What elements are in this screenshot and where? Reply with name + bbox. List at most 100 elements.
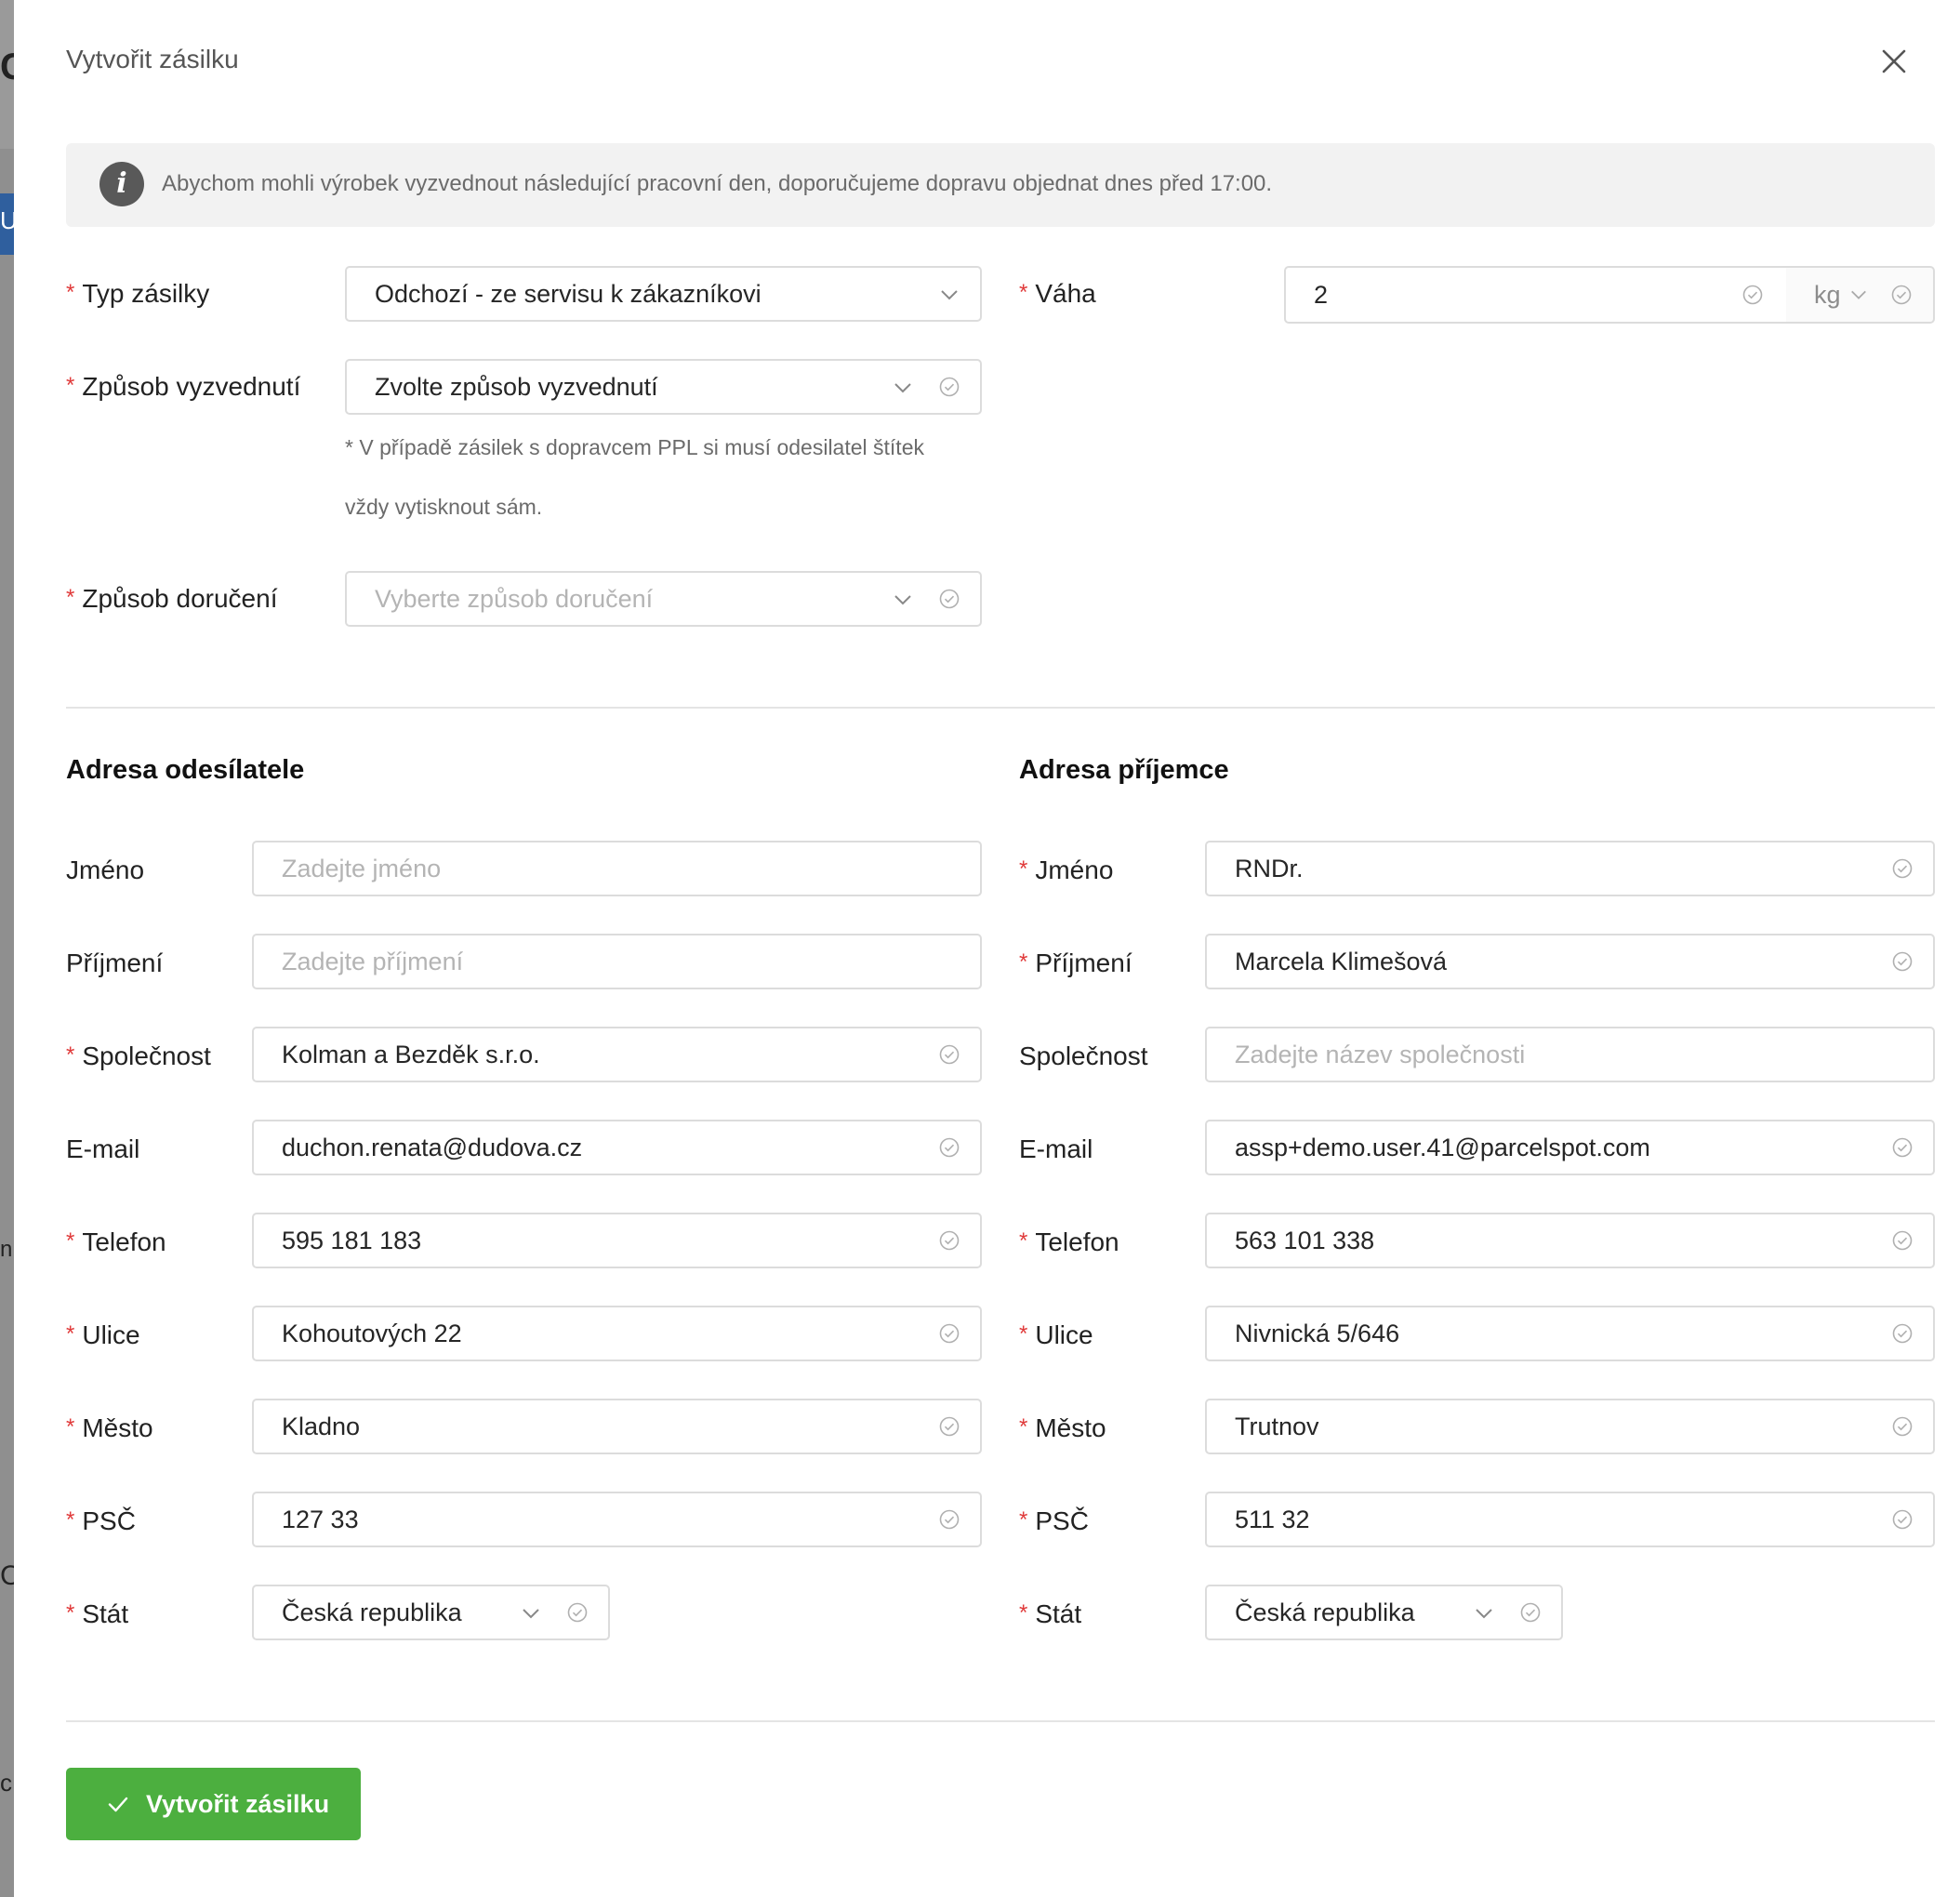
- required-marker: *: [66, 1042, 75, 1068]
- recipient-zip-label: * PSČ: [1019, 1506, 1089, 1535]
- recipient-phone-field[interactable]: 563 101 338: [1205, 1213, 1935, 1268]
- background-fragment: c: [0, 1769, 12, 1797]
- recipient-first-name-field[interactable]: RNDr.: [1205, 841, 1935, 896]
- recipient-company-placeholder: Zadejte název společnosti: [1235, 1041, 1526, 1068]
- required-marker: *: [66, 1414, 75, 1439]
- pickup-method-select[interactable]: Zvolte způsob vyzvednutí: [345, 359, 982, 415]
- sender-country-label: * Stát: [66, 1599, 129, 1628]
- required-marker: *: [66, 585, 75, 610]
- background-page: C Up n C c: [0, 0, 14, 1897]
- delivery-method-label: * Způsob doručení: [66, 584, 278, 613]
- sender-zip-label: * PSČ: [66, 1506, 136, 1535]
- check-circle-icon: [939, 1323, 960, 1344]
- recipient-company-label: Společnost: [1019, 1041, 1148, 1070]
- sender-company-label: * Společnost: [66, 1041, 211, 1070]
- check-circle-icon: [1892, 1509, 1913, 1530]
- delivery-method-select[interactable]: Vyberte způsob doručení: [345, 571, 982, 627]
- check-icon: [108, 1797, 128, 1812]
- sender-email-field[interactable]: duchon.renata@dudova.cz: [252, 1120, 982, 1175]
- shipment-type-value: Odchozí - ze servisu k zákazníkovi: [375, 280, 761, 308]
- recipient-country-select[interactable]: Česká republika: [1205, 1585, 1563, 1640]
- sender-first-name-label: Jméno: [66, 856, 145, 884]
- background-fragment: Up: [0, 206, 14, 234]
- chevron-down-icon: [894, 383, 911, 393]
- check-circle-icon: [1742, 285, 1763, 305]
- chevron-down-icon: [1476, 1609, 1492, 1619]
- weight-value: 2: [1314, 281, 1329, 309]
- sender-city-field[interactable]: Kladno: [252, 1399, 982, 1454]
- chevron-down-icon: [523, 1609, 539, 1619]
- recipient-city-field[interactable]: Trutnov: [1205, 1399, 1935, 1454]
- pickup-method-value: Zvolte způsob vyzvednutí: [375, 373, 658, 401]
- sender-country-select[interactable]: Česká republika: [252, 1585, 610, 1640]
- recipient-first-name-label: * Jméno: [1019, 856, 1114, 884]
- required-marker: *: [1019, 856, 1028, 882]
- background-fragment: C: [0, 1560, 14, 1591]
- sender-city-value: Kladno: [282, 1413, 361, 1440]
- sender-street-value: Kohoutových 22: [282, 1320, 462, 1347]
- required-marker: *: [66, 1600, 75, 1625]
- check-circle-icon: [1520, 1602, 1541, 1623]
- required-marker: *: [66, 1507, 75, 1532]
- recipient-phone-label: * Telefon: [1019, 1227, 1119, 1256]
- chevron-down-icon: [894, 595, 911, 605]
- recipient-last-name-field[interactable]: Marcela Klimešová: [1205, 934, 1935, 989]
- check-circle-icon: [1892, 951, 1913, 972]
- close-icon: [1882, 49, 1906, 73]
- background-fragment: n: [0, 1237, 13, 1262]
- divider: [66, 707, 1935, 709]
- required-marker: *: [66, 1228, 75, 1254]
- check-circle-icon: [567, 1602, 588, 1623]
- create-shipment-button[interactable]: Vytvořit zásilku: [66, 1768, 361, 1840]
- sender-city-label: * Město: [66, 1413, 153, 1442]
- recipient-country-value: Česká republika: [1235, 1599, 1415, 1626]
- sender-first-name-placeholder: Zadejte jméno: [282, 855, 442, 882]
- required-marker: *: [66, 373, 75, 398]
- sender-phone-field[interactable]: 595 181 183: [252, 1213, 982, 1268]
- sender-zip-field[interactable]: 127 33: [252, 1492, 982, 1547]
- chevron-down-icon: [941, 290, 958, 300]
- background-fragment: C: [0, 46, 14, 87]
- required-marker: *: [66, 280, 75, 305]
- sender-last-name-label: Příjmení: [66, 948, 164, 977]
- required-marker: *: [1019, 1228, 1028, 1254]
- recipient-zip-value: 511 32: [1235, 1506, 1310, 1533]
- sender-phone-value: 595 181 183: [282, 1227, 422, 1254]
- required-marker: *: [1019, 1600, 1028, 1625]
- recipient-city-value: Trutnov: [1235, 1413, 1319, 1440]
- sender-first-name-field[interactable]: Zadejte jméno: [252, 841, 982, 896]
- recipient-zip-field[interactable]: 511 32: [1205, 1492, 1935, 1547]
- sender-address-heading: Adresa odesílatele: [66, 755, 305, 785]
- sender-last-name-placeholder: Zadejte příjmení: [282, 948, 464, 975]
- pickup-method-label: * Způsob vyzvednutí: [66, 372, 301, 401]
- sender-company-value: Kolman a Bezděk s.r.o.: [282, 1041, 540, 1068]
- sender-company-field[interactable]: Kolman a Bezděk s.r.o.: [252, 1027, 982, 1082]
- recipient-city-label: * Město: [1019, 1413, 1106, 1442]
- check-circle-icon: [1891, 285, 1912, 305]
- recipient-last-name-label: * Příjmení: [1019, 948, 1132, 977]
- info-text: Abychom mohli výrobek vyzvednout následu…: [162, 171, 1273, 196]
- weight-label: * Váha: [1019, 279, 1096, 308]
- sender-last-name-field[interactable]: Zadejte příjmení: [252, 934, 982, 989]
- recipient-email-value: assp+demo.user.41@parcelspot.com: [1235, 1134, 1650, 1161]
- shipment-type-select[interactable]: Odchozí - ze servisu k zákazníkovi: [345, 266, 982, 322]
- sender-country-value: Česká republika: [282, 1599, 462, 1626]
- check-circle-icon: [939, 589, 960, 609]
- recipient-company-field[interactable]: Zadejte název společnosti: [1205, 1027, 1935, 1082]
- dialog-title: Vytvořit zásilku: [66, 45, 239, 73]
- check-circle-icon: [1892, 1137, 1913, 1158]
- recipient-street-value: Nivnická 5/646: [1235, 1320, 1400, 1347]
- check-circle-icon: [1892, 858, 1913, 879]
- recipient-address-heading: Adresa příjemce: [1019, 755, 1229, 785]
- recipient-email-label: E-mail: [1019, 1134, 1093, 1163]
- close-button[interactable]: [1874, 41, 1914, 82]
- required-marker: *: [1019, 1414, 1028, 1439]
- weight-input[interactable]: 2: [1284, 266, 1788, 324]
- sender-street-field[interactable]: Kohoutových 22: [252, 1306, 982, 1361]
- check-circle-icon: [939, 377, 960, 397]
- chevron-down-icon: [1851, 290, 1866, 299]
- recipient-street-field[interactable]: Nivnická 5/646: [1205, 1306, 1935, 1361]
- weight-unit-select[interactable]: kg: [1786, 266, 1935, 324]
- recipient-last-name-value: Marcela Klimešová: [1235, 948, 1448, 975]
- recipient-email-field[interactable]: assp+demo.user.41@parcelspot.com: [1205, 1120, 1935, 1175]
